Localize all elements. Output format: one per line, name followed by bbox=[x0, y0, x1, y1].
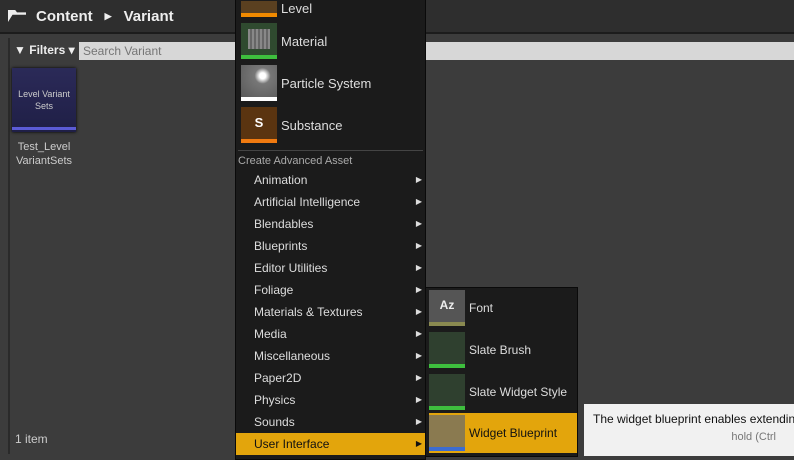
chevron-right-icon: ▶ bbox=[415, 241, 422, 250]
chevron-right-icon: ▶ bbox=[415, 175, 422, 184]
label: Level bbox=[281, 1, 313, 16]
label: Miscellaneous bbox=[254, 349, 331, 363]
label: Foliage bbox=[254, 283, 294, 297]
menu-item-sounds[interactable]: Sounds ▶ bbox=[236, 411, 425, 433]
label: Material bbox=[281, 33, 328, 49]
submenu-item-widget-blueprint[interactable]: Widget Blueprint bbox=[429, 413, 577, 453]
section-header: Create Advanced Asset bbox=[238, 155, 353, 167]
chevron-down-icon: ▾ bbox=[68, 43, 75, 57]
menu-item-substance[interactable]: S Substance bbox=[241, 106, 421, 144]
search-input[interactable] bbox=[79, 42, 794, 60]
tooltip-hint: hold (Ctrl bbox=[731, 431, 776, 443]
label: Materials & Textures bbox=[254, 305, 363, 319]
menu-item-artificial-intelligence[interactable]: Artificial Intelligence ▶ bbox=[236, 191, 425, 213]
tooltip-text: The widget blueprint enables extending bbox=[593, 412, 794, 426]
label: Editor Utilities bbox=[254, 261, 328, 275]
submenu-item-slate-widget-style[interactable]: Slate Widget Style bbox=[429, 372, 577, 412]
slate-brush-icon bbox=[429, 332, 465, 368]
submenu-item-slate-brush[interactable]: Slate Brush bbox=[429, 330, 577, 370]
label: Particle System bbox=[281, 75, 372, 91]
label: Substance bbox=[281, 117, 343, 133]
chevron-right-icon: ▶ bbox=[415, 285, 422, 294]
label: Paper2D bbox=[254, 371, 302, 385]
asset-name[interactable]: Test_Level VariantSets bbox=[4, 140, 84, 168]
label: Artificial Intelligence bbox=[254, 195, 361, 209]
menu-item-materials-textures[interactable]: Materials & Textures ▶ bbox=[236, 301, 425, 323]
menu-item-blendables[interactable]: Blendables ▶ bbox=[236, 213, 425, 235]
chevron-right-icon: ▶ bbox=[415, 439, 422, 448]
menu-item-animation[interactable]: Animation ▶ bbox=[236, 169, 425, 191]
label: Slate Brush bbox=[469, 343, 532, 357]
label: Slate Widget Style bbox=[469, 385, 568, 399]
submenu-item-font[interactable]: Az Font bbox=[429, 288, 577, 328]
asset-thumb-label: Level Variant Sets bbox=[18, 89, 70, 111]
material-icon bbox=[241, 23, 277, 59]
label: User Interface bbox=[254, 437, 330, 451]
menu-item-material[interactable]: Material bbox=[241, 22, 421, 60]
chevron-right-icon: ▶ bbox=[415, 219, 422, 228]
create-asset-menu: Level Material Particle System S Substanc… bbox=[235, 0, 426, 460]
chevron-right-icon[interactable]: ▶ bbox=[105, 11, 112, 22]
item-count: 1 item bbox=[15, 432, 48, 446]
label: Animation bbox=[254, 173, 308, 187]
asset-thumbnail[interactable]: Level Variant Sets bbox=[12, 68, 76, 132]
chevron-right-icon: ▶ bbox=[415, 373, 422, 382]
menu-item-physics[interactable]: Physics ▶ bbox=[236, 389, 425, 411]
chevron-right-icon: ▶ bbox=[415, 395, 422, 404]
folder-icon bbox=[8, 10, 26, 22]
label: Media bbox=[254, 327, 287, 341]
menu-item-user-interface[interactable]: User Interface ▶ bbox=[236, 433, 425, 455]
label: Sounds bbox=[254, 415, 295, 429]
divider bbox=[8, 38, 10, 454]
breadcrumb-content[interactable]: Content bbox=[36, 8, 93, 25]
menu-item-blueprints[interactable]: Blueprints ▶ bbox=[236, 235, 425, 257]
menu-item-media[interactable]: Media ▶ bbox=[236, 323, 425, 345]
chevron-right-icon: ▶ bbox=[415, 263, 422, 272]
chevron-right-icon: ▶ bbox=[415, 307, 422, 316]
font-icon: Az bbox=[429, 290, 465, 326]
user-interface-submenu: Az Font Slate Brush Slate Widget Style Wi… bbox=[425, 287, 578, 457]
menu-item-paper2d[interactable]: Paper2D ▶ bbox=[236, 367, 425, 389]
chevron-right-icon: ▶ bbox=[415, 351, 422, 360]
level-icon bbox=[241, 1, 277, 17]
substance-icon: S bbox=[241, 107, 277, 143]
asset-type-bar bbox=[12, 127, 76, 130]
chevron-right-icon: ▶ bbox=[415, 329, 422, 338]
menu-item-foliage[interactable]: Foliage ▶ bbox=[236, 279, 425, 301]
divider bbox=[238, 150, 423, 151]
menu-item-editor-utilities[interactable]: Editor Utilities ▶ bbox=[236, 257, 425, 279]
filters-label: Filters bbox=[29, 43, 66, 57]
label: Blendables bbox=[254, 217, 314, 231]
chevron-right-icon: ▶ bbox=[415, 417, 422, 426]
menu-item-particle-system[interactable]: Particle System bbox=[241, 64, 421, 102]
slate-widget-style-icon bbox=[429, 374, 465, 410]
chevron-right-icon: ▶ bbox=[415, 197, 422, 206]
menu-item-miscellaneous[interactable]: Miscellaneous ▶ bbox=[236, 345, 425, 367]
particle-icon bbox=[241, 65, 277, 101]
tooltip: The widget blueprint enables extending h… bbox=[584, 404, 794, 456]
label: Widget Blueprint bbox=[469, 426, 558, 440]
label: Blueprints bbox=[254, 239, 308, 253]
widget-blueprint-icon bbox=[429, 415, 465, 451]
filter-icon: ▼ bbox=[14, 43, 26, 57]
label: Physics bbox=[254, 393, 296, 407]
menu-item-level[interactable]: Level bbox=[241, 1, 421, 19]
label: Font bbox=[469, 301, 494, 315]
breadcrumb-variant[interactable]: Variant bbox=[124, 8, 174, 25]
filters-button[interactable]: ▼ Filters ▾ bbox=[14, 43, 75, 57]
